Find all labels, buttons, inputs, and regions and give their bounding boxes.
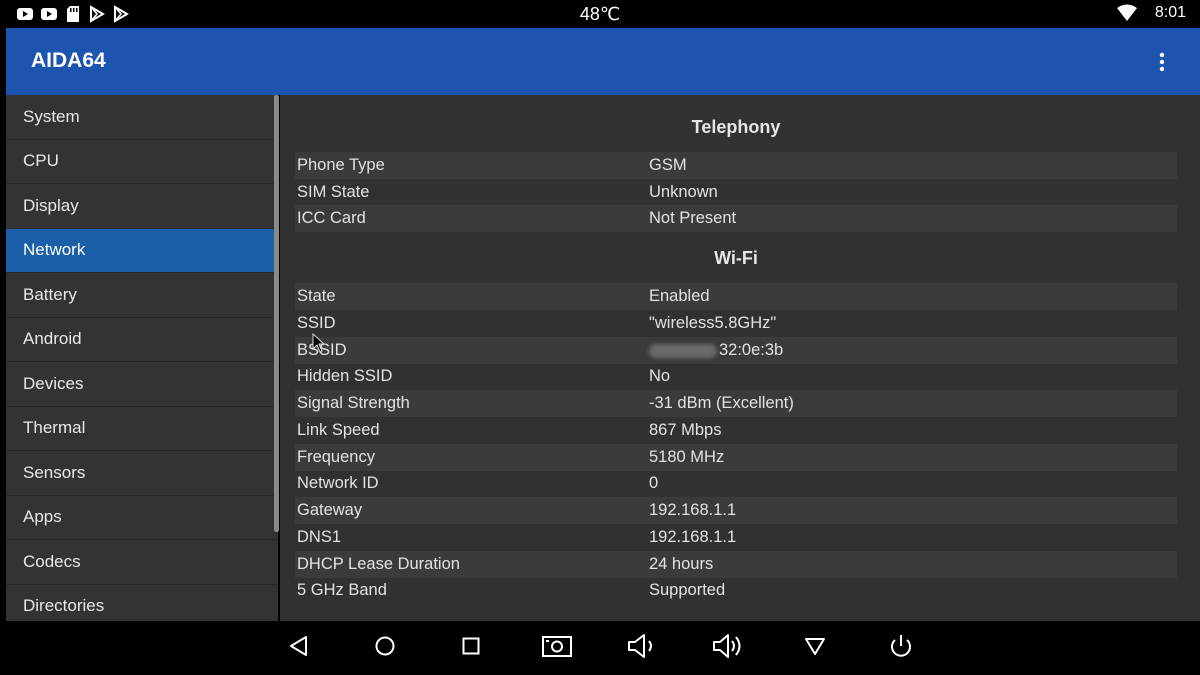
sidebar-item-system[interactable]: System	[6, 95, 278, 140]
info-value: 24 hours	[649, 554, 714, 573]
sidebar-item-thermal[interactable]: Thermal	[6, 407, 278, 451]
home-icon[interactable]	[368, 629, 402, 663]
sidebar-item-display[interactable]: Display	[6, 184, 278, 229]
section-title-wifi: Wi-Fi	[714, 248, 758, 268]
info-row: Link Speed 867 Mbps	[295, 417, 1177, 444]
info-key: DHCP Lease Duration	[297, 554, 460, 573]
info-value: 32:0e:3b	[719, 340, 784, 359]
info-key: 5 GHz Band	[297, 580, 387, 599]
info-value: 192.168.1.1	[649, 500, 737, 519]
info-key: ICC Card	[297, 208, 366, 227]
info-key: Phone Type	[297, 155, 385, 174]
temperature-readout: 48℃	[579, 4, 621, 24]
wifi-icon	[1116, 4, 1137, 21]
info-row: Hidden SSID No	[295, 363, 1177, 390]
status-bar: 48℃ 8:01	[0, 0, 1200, 28]
sidebar-item-network[interactable]: Network	[6, 228, 278, 273]
app-title: AIDA64	[31, 49, 106, 72]
info-row: 5 GHz Band Supported	[295, 577, 1177, 604]
screenshot-icon[interactable]	[540, 629, 574, 663]
overflow-menu-icon[interactable]	[1150, 50, 1174, 74]
sidebar-item-devices[interactable]: Devices	[6, 362, 278, 407]
info-value: Unknown	[649, 182, 718, 201]
info-row: DNS1 192.168.1.1	[295, 524, 1177, 551]
redacted-mask	[649, 343, 717, 358]
details-panel: Telephony Phone Type GSM SIM State Unknown…	[280, 95, 1200, 621]
info-row: BSSID 32:0e:3b	[295, 337, 1177, 364]
info-value: Enabled	[649, 286, 710, 305]
info-value: 192.168.1.1	[649, 527, 737, 546]
info-key: State	[297, 286, 336, 305]
info-key: SSID	[297, 313, 336, 332]
volume-up-icon[interactable]	[712, 629, 746, 663]
system-nav-bar	[0, 621, 1200, 675]
info-key: Frequency	[297, 447, 375, 466]
section-title-telephony: Telephony	[691, 117, 781, 137]
info-value: 867 Mbps	[649, 420, 722, 439]
info-key: SIM State	[297, 182, 370, 201]
info-key: Gateway	[297, 500, 363, 519]
info-row: Gateway 192.168.1.1	[295, 497, 1177, 524]
sidebar-item-directories[interactable]: Directories	[6, 585, 278, 622]
info-value: Supported	[649, 580, 726, 599]
sidebar-item-android[interactable]: Android	[6, 318, 278, 362]
info-key: BSSID	[297, 340, 347, 359]
info-value: 5180 MHz	[649, 447, 725, 466]
info-row: Phone Type GSM	[295, 152, 1177, 179]
recents-icon[interactable]	[454, 629, 488, 663]
info-key: Signal Strength	[297, 393, 410, 412]
info-row: ICC Card Not Present	[295, 205, 1177, 232]
mouse-pointer-icon	[312, 333, 326, 353]
sidebar-item-cpu[interactable]: CPU	[6, 140, 278, 184]
back-icon[interactable]	[282, 629, 316, 663]
info-value: -31 dBm (Excellent)	[649, 393, 794, 412]
menu-down-icon[interactable]	[798, 629, 832, 663]
category-sidebar: System CPU Display Network Battery Andro…	[6, 95, 278, 621]
sidebar-scrollbar[interactable]	[274, 95, 279, 532]
info-row: SSID "wireless5.8GHz"	[295, 310, 1177, 337]
info-value: GSM	[649, 155, 687, 174]
power-icon[interactable]	[884, 629, 918, 663]
info-value: Not Present	[649, 208, 737, 227]
app-bar: AIDA64	[6, 28, 1200, 95]
info-key: Hidden SSID	[297, 366, 393, 385]
info-key: Link Speed	[297, 420, 380, 439]
sidebar-item-sensors[interactable]: Sensors	[6, 451, 278, 496]
sidebar-item-apps[interactable]: Apps	[6, 496, 278, 540]
info-value: No	[649, 366, 671, 385]
info-row: SIM State Unknown	[295, 179, 1177, 206]
sidebar-item-battery[interactable]: Battery	[6, 273, 278, 318]
info-row: Signal Strength -31 dBm (Excellent)	[295, 390, 1177, 417]
info-row: State Enabled	[295, 283, 1177, 310]
clock: 8:01	[1154, 4, 1186, 21]
info-key: Network ID	[297, 473, 379, 492]
info-row: Frequency 5180 MHz	[295, 444, 1177, 471]
info-value: 0	[649, 473, 659, 492]
info-row: DHCP Lease Duration 24 hours	[295, 551, 1177, 578]
info-key: DNS1	[297, 527, 342, 546]
info-row: Network ID 0	[295, 470, 1177, 497]
info-value: "wireless5.8GHz"	[649, 313, 777, 332]
sidebar-item-codecs[interactable]: Codecs	[6, 540, 278, 585]
volume-down-icon[interactable]	[626, 629, 660, 663]
